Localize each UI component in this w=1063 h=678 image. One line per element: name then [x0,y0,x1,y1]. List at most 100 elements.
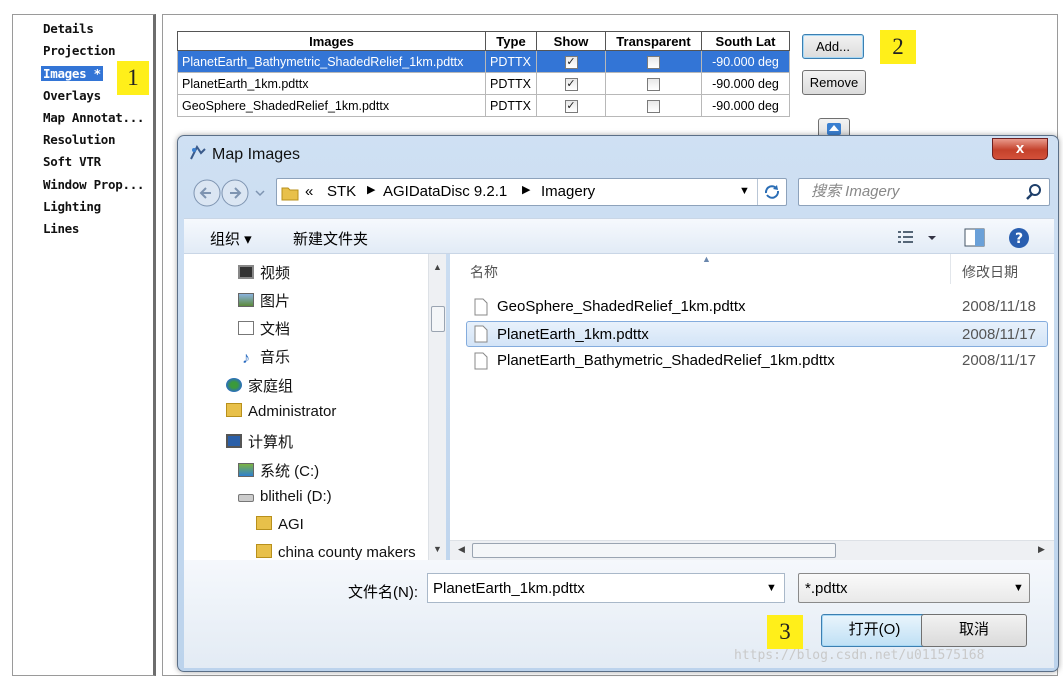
tree-item-computer[interactable]: 计算机 [226,431,293,452]
show-checkbox[interactable]: ✓ [564,55,578,69]
south-lat-cell[interactable]: -90.000 deg [701,50,790,73]
search-input[interactable]: 搜索 Imagery [798,178,1050,206]
chevron-down-icon[interactable]: ▼ [739,185,750,197]
tree-item-documents[interactable]: 文档 [238,318,290,339]
file-list: 名称 ▲ 修改日期 GeoSphere_ShadedRelief_1km.pdt… [450,254,1054,560]
file-name: PlanetEarth_1km.pdttx [497,326,649,343]
list-item[interactable]: GeoSphere_ShadedRelief_1km.pdttx 2008/11… [466,295,1048,319]
tree-item-videos[interactable]: 视频 [238,262,290,283]
table-row[interactable]: PlanetEarth_1km.pdttx PDTTX ✓ -90.000 de… [177,72,790,95]
hscroll-thumb[interactable] [472,543,836,558]
filename-input[interactable]: PlanetEarth_1km.pdttx ▼ [427,573,785,603]
dialog-toolbar: 组织 ▾ 新建文件夹 ? [184,218,1054,254]
open-button[interactable]: 打开(O) [821,614,928,647]
breadcrumb-stk[interactable]: STK [327,183,356,200]
list-item[interactable]: PlanetEarth_1km.pdttx 2008/11/17 [466,321,1048,347]
breadcrumb-agidatadisc[interactable]: AGIDataDisc 9.2.1 [383,183,507,200]
tree-item-pictures[interactable]: 图片 [238,290,290,311]
image-name-cell: PlanetEarth_1km.pdttx [177,72,486,95]
cancel-button[interactable]: 取消 [921,614,1027,647]
nav-item-soft-vtr[interactable]: Soft VTR [43,154,101,169]
new-folder-button[interactable]: 新建文件夹 [293,228,368,249]
scroll-down-icon[interactable]: ▼ [433,544,442,554]
tree-item-drive-c[interactable]: 系统 (C:) [238,460,319,481]
tree-item-label: 图片 [260,293,291,310]
chevron-down-icon[interactable]: ▼ [766,582,777,594]
tree-item-homegroup[interactable]: 家庭组 [226,375,293,396]
remove-button[interactable]: Remove [802,70,866,95]
refresh-button[interactable] [757,179,787,205]
chevron-right-icon[interactable]: ▶ [522,183,530,196]
chevron-right-icon[interactable]: ▶ [367,183,375,196]
scroll-up-icon[interactable]: ▲ [433,262,442,272]
drive-c-icon [238,463,254,477]
file-date: 2008/11/18 [962,298,1036,315]
tree-scrollbar-thumb[interactable] [431,306,445,332]
tree-item-music[interactable]: ♪ 音乐 [238,346,290,367]
transparent-checkbox[interactable] [647,55,660,69]
back-forward-icons [193,179,265,207]
column-header-images[interactable]: Images [177,31,486,51]
nav-item-window-properties[interactable]: Window Prop... [43,177,144,192]
column-header-south-lat[interactable]: South Lat [701,31,790,51]
help-icon[interactable]: ? [1008,227,1030,249]
images-table: Images Type Show Transparent South Lat P… [177,31,790,117]
nav-item-resolution[interactable]: Resolution [43,132,116,147]
watermark: https://blog.csdn.net/u011575168 [734,648,985,663]
show-checkbox[interactable]: ✓ [564,99,578,113]
file-date: 2008/11/17 [962,326,1036,343]
tree-item-label: 音乐 [260,349,291,366]
close-button[interactable]: x [992,138,1048,160]
search-icon [1026,184,1041,200]
organize-menu[interactable]: 组织 ▾ [210,228,252,249]
preview-pane-icon[interactable] [964,228,986,248]
file-type-value: *.pdttx [805,580,848,597]
show-checkbox[interactable]: ✓ [564,77,578,91]
address-bar[interactable]: « STK ▶ AGIDataDisc 9.2.1 ▶ Imagery ▼ [276,178,787,206]
south-lat-cell[interactable]: -90.000 deg [701,94,790,117]
scroll-left-icon[interactable]: ◀ [458,544,465,555]
add-button[interactable]: Add... [802,34,864,59]
transparent-checkbox[interactable] [647,77,660,91]
nav-item-lighting[interactable]: Lighting [43,199,101,214]
tree-item-administrator[interactable]: Administrator [226,403,336,420]
column-header-modified[interactable]: 修改日期 [962,262,1018,282]
tree-item-agi[interactable]: AGI [256,516,304,533]
music-icon: ♪ [242,350,250,367]
file-list-hscrollbar[interactable]: ◀ ▶ [450,540,1054,560]
homegroup-icon [226,378,242,392]
nav-item-lines[interactable]: Lines [43,221,79,236]
breadcrumb-imagery[interactable]: Imagery [541,183,595,200]
search-placeholder: 搜索 Imagery [811,183,900,200]
nav-item-images[interactable]: Images * [41,66,103,81]
nav-item-map-annotations[interactable]: Map Annotat... [43,110,144,125]
tree-item-drive-d[interactable]: blitheli (D:) [238,488,332,505]
south-lat-cell[interactable]: -90.000 deg [701,72,790,95]
tree-item-label: blitheli (D:) [260,488,332,505]
nav-item-details[interactable]: Details [43,21,94,36]
transparent-cell [605,94,702,117]
nav-item-projection[interactable]: Projection [43,43,116,58]
image-type-cell: PDTTX [485,94,537,117]
drive-d-icon [238,494,254,502]
nav-item-overlays[interactable]: Overlays [43,88,101,103]
computer-icon [226,434,242,448]
table-row[interactable]: GeoSphere_ShadedRelief_1km.pdttx PDTTX ✓… [177,94,790,117]
tree-item-label: 计算机 [248,434,294,451]
column-header-transparent[interactable]: Transparent [605,31,702,51]
column-header-show[interactable]: Show [536,31,606,51]
documents-icon [238,321,254,335]
column-header-name[interactable]: 名称 [470,262,498,282]
images-table-header: Images Type Show Transparent South Lat [177,31,790,51]
dialog-title-bar: Map Images [188,144,300,164]
view-options-icon[interactable] [896,228,942,248]
tree-item-china-county-makers[interactable]: china county makers [256,544,416,560]
list-item[interactable]: PlanetEarth_Bathymetric_ShadedRelief_1km… [466,349,1048,373]
scroll-right-icon[interactable]: ▶ [1038,544,1045,555]
file-date: 2008/11/17 [962,352,1036,369]
file-type-select[interactable]: *.pdttx ▼ [798,573,1030,603]
transparent-checkbox[interactable] [647,99,660,113]
table-row[interactable]: PlanetEarth_Bathymetric_ShadedRelief_1km… [177,50,790,73]
column-header-type[interactable]: Type [485,31,537,51]
tree-scrollbar[interactable]: ▲ ▼ [428,254,446,560]
